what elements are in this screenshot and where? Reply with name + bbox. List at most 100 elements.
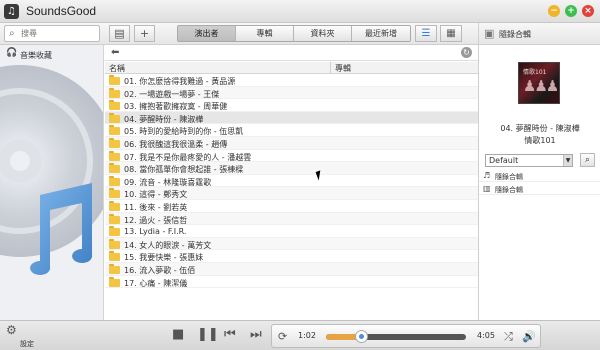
bar-chart-icon: ▥ [483,184,491,193]
save-playlist-button[interactable]: ▤ [109,25,130,42]
folder-icon [109,188,120,199]
right-panel-title: 隨錄合輯 [499,30,531,39]
refresh-icon[interactable]: ↻ [461,47,472,58]
app-title: SoundsGood [26,4,97,18]
track-name: 08. 當你孤單你會想起誰 - 張棟樑 [124,165,244,175]
next-button[interactable]: ⏭ [250,328,262,342]
table-row[interactable]: 14. 女人的眼淚 - 萬芳文 [105,237,478,251]
track-name: 01. 你怎麼捨得我難過 - 黃品源 [124,77,236,86]
add-button[interactable]: + [134,25,155,42]
sidebar: 🎧 音樂收藏 [0,45,104,320]
folder-icon [109,200,120,211]
nav-bar: ⬅ ↻ [105,45,478,61]
repeat-icon[interactable]: ⟳ [278,330,287,343]
column-divider[interactable] [330,62,331,74]
tab-recently-added[interactable]: 最近新增 [352,26,410,41]
track-list: 01. 你怎麼捨得我難過 - 黃品源 02. 一場遊戲一場夢 - 王傑 03. 擁抱… [105,74,478,289]
folder-icon [109,87,120,98]
folder-icon [109,100,120,111]
progress-panel: ⟳ 1:02 4:05 ⤮ 🔊 [271,324,541,348]
track-name: 16. 流入夢歌 - 伍佰 [124,265,196,275]
track-name: 14. 女人的眼淚 - 萬芳文 [124,240,212,250]
gear-icon[interactable]: ⚙ [6,323,17,337]
stop-button[interactable]: ■ [172,328,184,342]
find-playlist-button[interactable]: ⌕ [580,153,595,167]
folder-icon [109,238,120,249]
table-row[interactable]: 06. 我很醜這我很溫柔 - 趙傳 [105,136,478,150]
list-view-icon: ☰ [421,28,431,39]
table-row[interactable]: 04. 夢醒時份 - 陳淑樺 [105,111,478,125]
cover-text: 情歌101 [523,69,547,76]
playlist-icon: ▣ [484,27,495,40]
playlist-item-label: 隨錄合輯 [495,186,523,194]
cd-music-illustration [0,65,103,275]
folder-icon [109,112,120,123]
column-album[interactable]: 專輯 [335,63,351,74]
now-playing-title: 04. 夢醒時份 - 陳淑樺 [500,124,580,133]
folder-icon [109,137,120,148]
music-note-icon: ♬ [483,171,491,180]
track-name: 13. Lydia - F.I.R. [124,227,187,237]
track-name: 02. 一場遊戲一場夢 - 王傑 [124,89,220,99]
folder-icon [109,276,120,287]
table-row[interactable]: 02. 一場遊戲一場夢 - 王傑 [105,86,478,100]
table-row[interactable]: 12. 過火 - 張信哲 [105,212,478,226]
folder-icon [109,226,120,237]
table-header: 名稱 專輯 [105,62,478,74]
chevron-down-icon: ▼ [563,155,572,166]
table-row[interactable]: 13. Lydia - F.I.R. [105,225,478,238]
search-box[interactable]: ⌕ [4,25,100,42]
playlist-item[interactable]: ♬ 隨錄合輯 [479,170,600,182]
shuffle-icon[interactable]: ⤮ [504,330,513,344]
maximize-button[interactable]: + [565,5,577,17]
search-input[interactable] [21,27,97,40]
folder-icon [109,263,120,274]
table-row[interactable]: 08. 當你孤單你會想起誰 - 張棟樑 [105,162,478,175]
track-name: 06. 我很醜這我很溫柔 - 趙傳 [124,139,228,149]
folder-icon [109,213,120,224]
playlist-dropdown[interactable]: Default ▼ [485,154,573,167]
now-playing-panel: 情歌101 ♟♟♟ 04. 夢醒時份 - 陳淑樺 情歌101 Default ▼… [478,45,600,320]
folder-icon [109,163,120,174]
table-row[interactable]: 05. 時到的愛給時到的你 - 伍思凱 [105,124,478,137]
table-row[interactable]: 11. 後來 - 劉若英 [105,200,478,213]
track-name: 09. 流音 - 林隆璇喜霆歌 [124,177,212,187]
playlist-item[interactable]: ▥ 隨錄合輯 [479,183,600,195]
track-name: 11. 後來 - 劉若英 [124,202,188,212]
folder-icon [109,175,120,186]
previous-button[interactable]: ⏮ [224,328,236,342]
progress-knob[interactable] [355,330,369,343]
elapsed-time: 1:02 [298,331,316,340]
table-row[interactable]: 07. 我是不是你最疼愛的人 - 潘越雲 [105,150,478,163]
grid-view-button[interactable]: ▦ [440,25,462,42]
tab-albums[interactable]: 專輯 [236,26,294,41]
track-name: 05. 時到的愛給時到的你 - 伍思凱 [124,127,244,137]
table-row[interactable]: 10. 這得 - 鄭秀文 [105,187,478,200]
list-view-button[interactable]: ☰ [415,25,437,42]
pause-button[interactable]: ❚❚ [197,328,219,342]
table-row[interactable]: 03. 擁抱著歡擁寂寞 - 周華健 [105,99,478,112]
track-browser: ⬅ ↻ 名稱 專輯 01. 你怎麼捨得我難過 - 黃品源 02. 一場遊戲一場夢 … [105,45,478,320]
settings-label[interactable]: 設定 [20,339,34,349]
volume-icon[interactable]: 🔊 [522,330,536,343]
column-name[interactable]: 名稱 [109,63,125,74]
title-bar: ♫ SoundsGood − + × [0,0,600,23]
tab-artists[interactable]: 演出者 [178,26,236,41]
table-row[interactable]: 15. 我要快樂 - 張惠妹 [105,250,478,263]
album-cover[interactable]: 情歌101 ♟♟♟ [518,62,560,104]
now-playing-album: 情歌101 [524,136,556,145]
track-name: 10. 這得 - 鄭秀文 [124,190,188,200]
back-arrow-icon[interactable]: ⬅ [111,47,119,58]
folder-icon [109,75,120,85]
table-row[interactable]: 16. 流入夢歌 - 伍佰 [105,262,478,276]
music-note-icon: ♫ [4,4,19,19]
progress-track[interactable] [326,334,466,340]
tab-folders[interactable]: 資料夾 [294,26,352,41]
folder-icon [109,251,120,262]
close-button[interactable]: × [582,5,594,17]
table-row[interactable]: 01. 你怎麼捨得我難過 - 黃品源 [105,74,478,87]
table-row[interactable]: 09. 流音 - 林隆璇喜霆歌 [105,175,478,188]
save-icon: ▤ [114,27,125,40]
minimize-button[interactable]: − [548,5,560,17]
table-row[interactable]: 17. 心痛 - 陳潔儀 [105,276,478,289]
